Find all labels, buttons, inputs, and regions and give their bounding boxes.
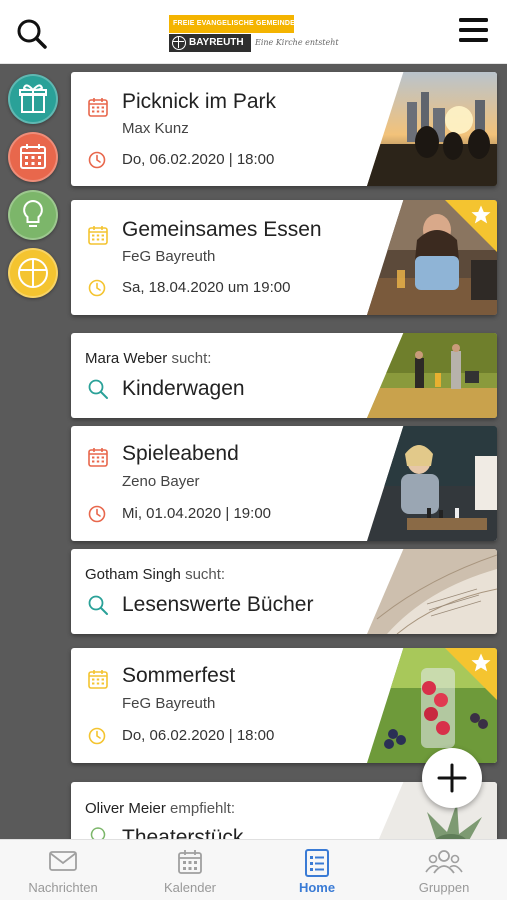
home-list-icon <box>305 849 329 877</box>
star-icon <box>471 653 491 672</box>
add-button[interactable] <box>422 748 482 808</box>
request-item: Lesenswerte Bücher <box>122 593 314 616</box>
star-icon <box>471 205 491 224</box>
logo-top-text: FREIE EVANGELISCHE GEMEINDE <box>169 15 295 33</box>
clock-icon <box>88 727 106 745</box>
event-organizer: FeG Bayreuth <box>122 248 216 265</box>
recommendation-verb: empfiehlt: <box>170 800 236 817</box>
event-date: Do, 06.02.2020 | 18:00 <box>122 151 275 168</box>
tab-gruppen[interactable]: Gruppen <box>381 840 507 900</box>
event-card[interactable]: Spieleabend Zeno Bayer Mi, 01.04.2020 | … <box>71 426 497 541</box>
search-icon <box>88 595 108 615</box>
bottom-navigation: Nachrichten Kalender Home Gruppen <box>0 839 507 900</box>
calendar-icon <box>178 850 202 874</box>
event-card-featured[interactable]: Sommerfest FeG Bayreuth Do, 06.02.2020 |… <box>71 648 497 763</box>
event-date: Sa, 18.04.2020 um 19:00 <box>122 279 291 296</box>
request-item: Kinderwagen <box>122 377 245 400</box>
event-title: Sommerfest <box>122 664 236 687</box>
board-game-photo <box>367 426 497 541</box>
logo-tagline: Eine Kirche entsteht <box>255 38 339 47</box>
category-events-button[interactable] <box>8 132 58 182</box>
request-verb: sucht: <box>171 350 212 367</box>
recommendation-person: Oliver Meier <box>85 800 166 817</box>
cross-icon <box>18 258 48 288</box>
event-card-featured[interactable]: Gemeinsames Essen FeG Bayreuth Sa, 18.04… <box>71 200 497 315</box>
event-date: Do, 06.02.2020 | 18:00 <box>122 727 275 744</box>
event-organizer: Zeno Bayer <box>122 473 200 490</box>
search-icon <box>88 379 108 399</box>
groups-icon <box>425 850 463 874</box>
event-title: Picknick im Park <box>122 90 277 113</box>
tab-kalender[interactable]: Kalender <box>127 840 253 900</box>
tab-label: Kalender <box>163 880 217 895</box>
recommendation-item: Theaterstück <box>122 826 244 839</box>
category-ideas-button[interactable] <box>8 190 58 240</box>
request-person: Gotham Singh <box>85 566 181 583</box>
clock-icon <box>88 279 106 297</box>
tab-label: Gruppen <box>418 880 470 895</box>
request-header: Mara Weber sucht: <box>85 350 211 367</box>
request-card[interactable]: Gotham Singh sucht: Lesenswerte Bücher <box>71 549 497 634</box>
book-photo <box>367 549 497 634</box>
search-button[interactable] <box>14 16 50 52</box>
calendar-icon <box>88 448 108 467</box>
tab-nachrichten[interactable]: Nachrichten <box>0 840 126 900</box>
lightbulb-icon <box>90 827 106 839</box>
calendar-icon <box>20 144 46 169</box>
event-date: Mi, 01.04.2020 | 19:00 <box>122 505 272 522</box>
category-church-button[interactable] <box>8 248 58 298</box>
event-organizer: Max Kunz <box>122 120 189 137</box>
clock-icon <box>88 151 106 169</box>
category-gifts-button[interactable] <box>8 74 58 124</box>
event-title: Spieleabend <box>122 442 239 465</box>
plus-icon <box>437 763 467 793</box>
request-verb: sucht: <box>185 566 226 583</box>
logo-cross-icon <box>172 36 186 50</box>
app-header: FREIE EVANGELISCHE GEMEINDE BAYREUTH Ein… <box>0 0 507 64</box>
tab-home[interactable]: Home <box>254 840 380 900</box>
recommendation-header: Oliver Meier empfiehlt: <box>85 800 235 817</box>
event-title: Gemeinsames Essen <box>122 218 322 241</box>
tab-label: Home <box>298 880 336 895</box>
request-header: Gotham Singh sucht: <box>85 566 225 583</box>
event-organizer: FeG Bayreuth <box>122 695 216 712</box>
calendar-icon <box>88 98 108 117</box>
request-person: Mara Weber <box>85 350 168 367</box>
stroller-photo <box>367 333 497 418</box>
tab-label: Nachrichten <box>28 880 98 895</box>
mail-icon <box>49 851 77 871</box>
event-card[interactable]: Picknick im Park Max Kunz Do, 06.02.2020… <box>71 72 497 186</box>
search-icon <box>17 19 47 49</box>
clock-icon <box>88 505 106 523</box>
calendar-icon <box>88 670 108 689</box>
picnic-photo <box>367 72 497 186</box>
menu-button[interactable] <box>453 12 493 48</box>
church-logo[interactable]: FREIE EVANGELISCHE GEMEINDE BAYREUTH Ein… <box>169 15 341 53</box>
lightbulb-icon <box>23 199 43 227</box>
hamburger-menu-icon <box>459 18 488 42</box>
calendar-icon <box>88 226 108 245</box>
request-card[interactable]: Mara Weber sucht: Kinderwagen <box>71 333 497 418</box>
gift-icon <box>19 84 47 113</box>
feed-list[interactable]: Picknick im Park Max Kunz Do, 06.02.2020… <box>0 64 507 839</box>
